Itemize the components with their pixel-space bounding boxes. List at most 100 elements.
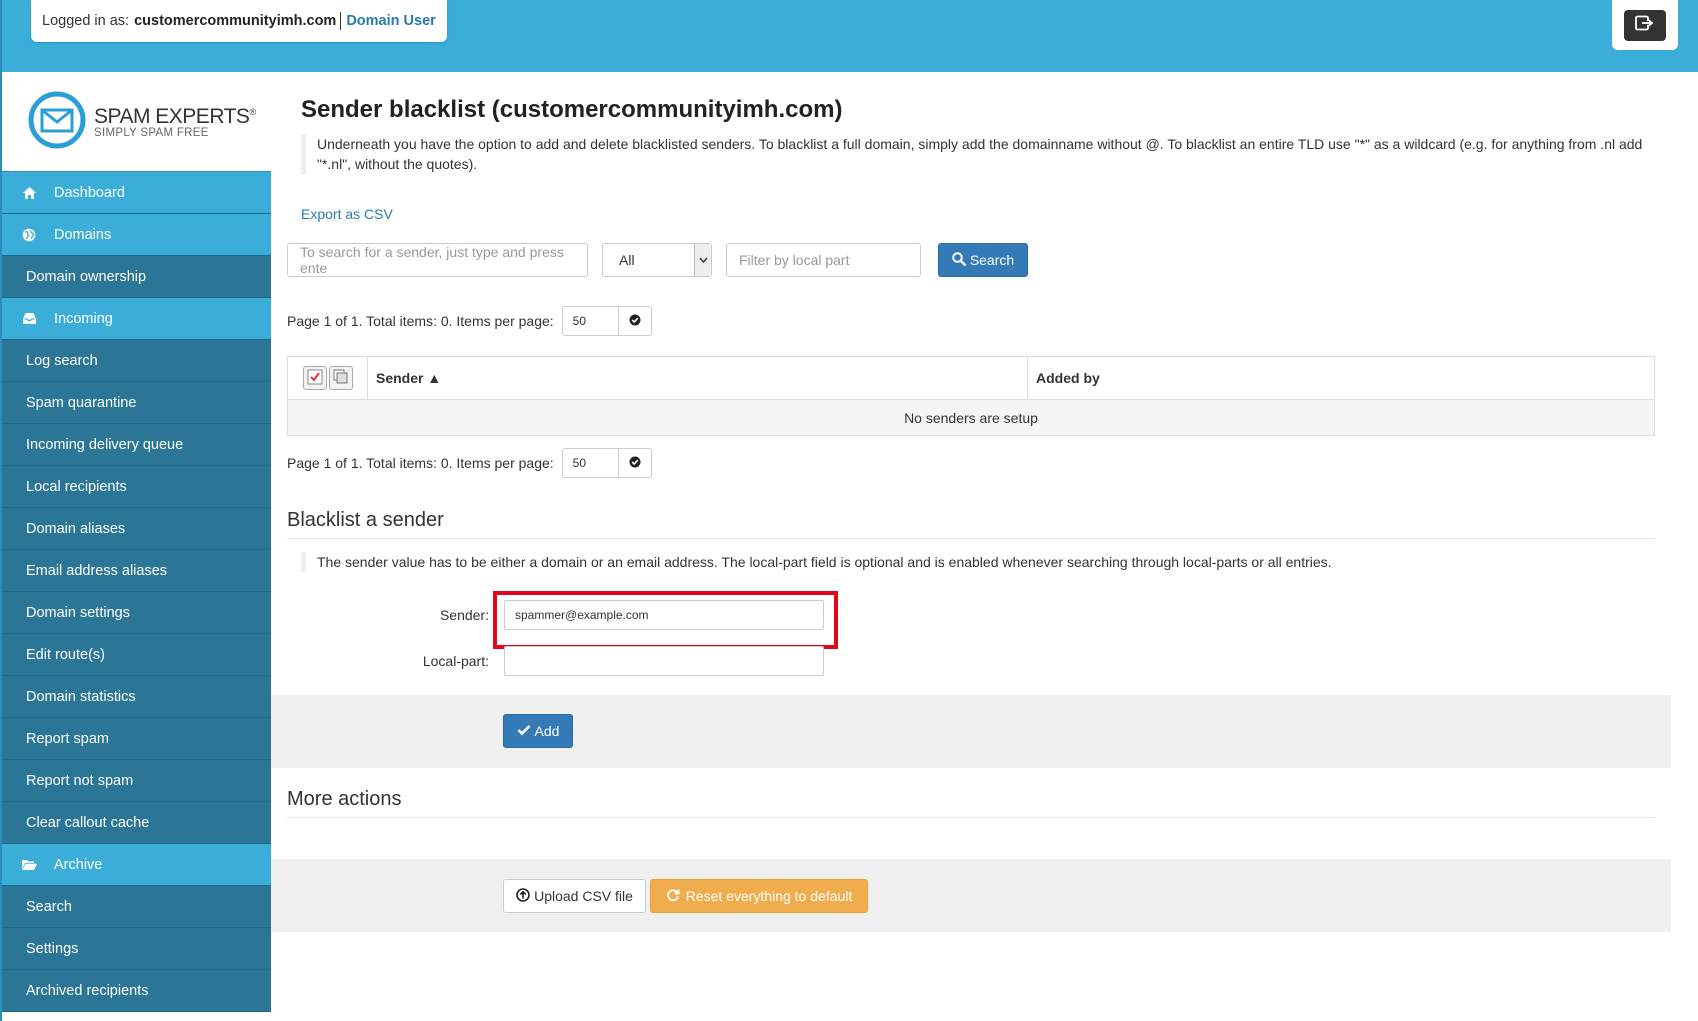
sidebar-item-log-search[interactable]: Log search [2, 340, 271, 382]
sidebar-item-label: Domain ownership [26, 268, 147, 285]
select-all-button[interactable] [302, 366, 327, 390]
senders-table: Sender ▲ Added by No senders are setup [287, 356, 1655, 436]
check-icon [517, 723, 531, 739]
envelope-logo-icon [28, 91, 86, 153]
divider [340, 12, 342, 30]
sidebar-item-domains[interactable]: Domains [2, 214, 271, 256]
logout-button[interactable] [1624, 9, 1666, 41]
sidebar-item-spam-quarantine[interactable]: Spam quarantine [2, 382, 271, 424]
sidebar-item-domain-statistics[interactable]: Domain statistics [2, 676, 271, 718]
sidebar-item-email-address-aliases[interactable]: Email address aliases [2, 550, 271, 592]
logged-in-domain: customercommunityimh.com [134, 13, 337, 29]
sender-search-input[interactable]: To search for a sender, just type and pr… [287, 243, 588, 277]
sidebar-item-label: Archived recipients [26, 982, 149, 999]
sidebar-item-label: Report spam [26, 730, 110, 747]
column-header-added-by: Added by [1036, 370, 1100, 386]
sidebar-item-settings[interactable]: Settings [2, 928, 271, 970]
sidebar-item-report-not-spam[interactable]: Report not spam [2, 760, 271, 802]
sidebar-item-label: Edit route(s) [26, 646, 105, 663]
more-actions-bar: Upload CSV file Reset everything to defa… [271, 859, 1671, 932]
logout-icon [1635, 15, 1655, 35]
local-part-filter-input[interactable]: Filter by local part [726, 243, 921, 277]
apply-per-page-button[interactable] [618, 306, 652, 336]
sender-input[interactable]: spammer@example.com [504, 600, 824, 630]
sidebar-item-archive[interactable]: Archive [2, 844, 271, 886]
sidebar-item-incoming-delivery-queue[interactable]: Incoming delivery queue [2, 424, 271, 466]
pager-text: Page 1 of 1. Total items: 0. Items per p… [287, 313, 554, 329]
pager-bottom: Page 1 of 1. Total items: 0. Items per p… [287, 448, 652, 478]
sidebar-item-label: Spam quarantine [26, 394, 137, 411]
user-role-link[interactable]: Domain User [346, 13, 435, 29]
copy-icon [333, 369, 349, 388]
sidebar-item-domain-settings[interactable]: Domain settings [2, 592, 271, 634]
add-action-bar: Add [271, 695, 1671, 768]
page-description: Underneath you have the option to add an… [301, 134, 1661, 174]
login-info: Logged in as: customercommunityimh.com D… [31, 0, 447, 42]
upload-icon [516, 887, 530, 905]
add-button[interactable]: Add [503, 714, 573, 748]
bulk-select-cell [288, 357, 368, 399]
sidebar-item-label: Incoming delivery queue [26, 436, 184, 453]
apply-per-page-button[interactable] [618, 448, 652, 478]
brand-name: SPAM EXPERTS® [94, 104, 256, 128]
sidebar-item-label: Clear callout cache [26, 814, 150, 831]
search-button-label: Search [969, 252, 1015, 268]
sidebar: SPAM EXPERTS® SIMPLY SPAM FREE Dashboard… [0, 72, 271, 1021]
sidebar-item-local-recipients[interactable]: Local recipients [2, 466, 271, 508]
sidebar-item-incoming[interactable]: Incoming [2, 298, 271, 340]
search-icon [952, 251, 966, 269]
table-header: Sender ▲ Added by [288, 357, 1654, 400]
sidebar-item-domain-ownership[interactable]: Domain ownership [2, 256, 271, 298]
sidebar-item-label: Report not spam [26, 772, 134, 789]
items-per-page-input[interactable]: 50 [561, 306, 619, 336]
upload-csv-button[interactable]: Upload CSV file [503, 879, 646, 913]
sidebar-item-label: Dashboard [54, 184, 125, 201]
sidebar-item-search[interactable]: Search [2, 886, 271, 928]
sidebar-item-label: Search [26, 898, 72, 915]
sidebar-item-label: Incoming [54, 310, 113, 327]
sidebar-item-report-spam[interactable]: Report spam [2, 718, 271, 760]
brand-logo[interactable]: SPAM EXPERTS® SIMPLY SPAM FREE [2, 72, 271, 172]
sidebar-item-label: Log search [26, 352, 98, 369]
sidebar-item-label: Domains [54, 226, 112, 243]
blacklist-note: The sender value has to be either a doma… [301, 552, 1332, 572]
sidebar-item-label: Local recipients [26, 478, 127, 495]
local-part-input[interactable] [504, 646, 824, 676]
sidebar-item-clear-callout-cache[interactable]: Clear callout cache [2, 802, 271, 844]
select-none-button[interactable] [328, 366, 353, 390]
check-circle-icon [629, 455, 641, 471]
top-bar: Logged in as: customercommunityimh.com D… [0, 0, 1698, 72]
refresh-icon [666, 888, 680, 905]
sidebar-item-label: Email address aliases [26, 562, 168, 579]
sidebar-item-label: Domain settings [26, 604, 130, 621]
pager-top: Page 1 of 1. Total items: 0. Items per p… [287, 306, 652, 336]
sidebar-item-label: Domain aliases [26, 520, 126, 537]
pager-text: Page 1 of 1. Total items: 0. Items per p… [287, 455, 554, 471]
empty-table-message: No senders are setup [288, 400, 1654, 435]
reset-button-label: Reset everything to default [685, 888, 853, 904]
export-csv-link[interactable]: Export as CSV [301, 206, 393, 222]
page-title: Sender blacklist (customercommunityimh.c… [301, 96, 843, 123]
sidebar-item-dashboard[interactable]: Dashboard [2, 172, 271, 214]
check-circle-icon [629, 313, 641, 329]
filter-select-value: All [619, 252, 635, 268]
items-per-page-input[interactable]: 50 [561, 448, 619, 478]
chevron-down-icon [694, 244, 711, 276]
inbox-icon [18, 312, 40, 325]
filter-select[interactable]: All [602, 243, 712, 277]
main-content: Sender blacklist (customercommunityimh.c… [271, 72, 1671, 1021]
local-part-label: Local-part: [422, 653, 489, 669]
sender-label: Sender: [439, 607, 489, 623]
sidebar-item-archived-recipients[interactable]: Archived recipients [2, 970, 271, 1012]
sidebar-item-label: Archive [54, 856, 103, 873]
search-button[interactable]: Search [938, 243, 1028, 277]
column-header-sender[interactable]: Sender ▲ [368, 357, 1028, 399]
add-button-label: Add [534, 723, 560, 739]
sidebar-item-edit-route-s[interactable]: Edit route(s) [2, 634, 271, 676]
checkbox-checked-icon [307, 369, 323, 388]
logout-container [1612, 0, 1678, 50]
globe-icon [18, 228, 40, 242]
home-icon [18, 186, 40, 200]
sidebar-item-domain-aliases[interactable]: Domain aliases [2, 508, 271, 550]
reset-to-default-button[interactable]: Reset everything to default [650, 879, 868, 913]
